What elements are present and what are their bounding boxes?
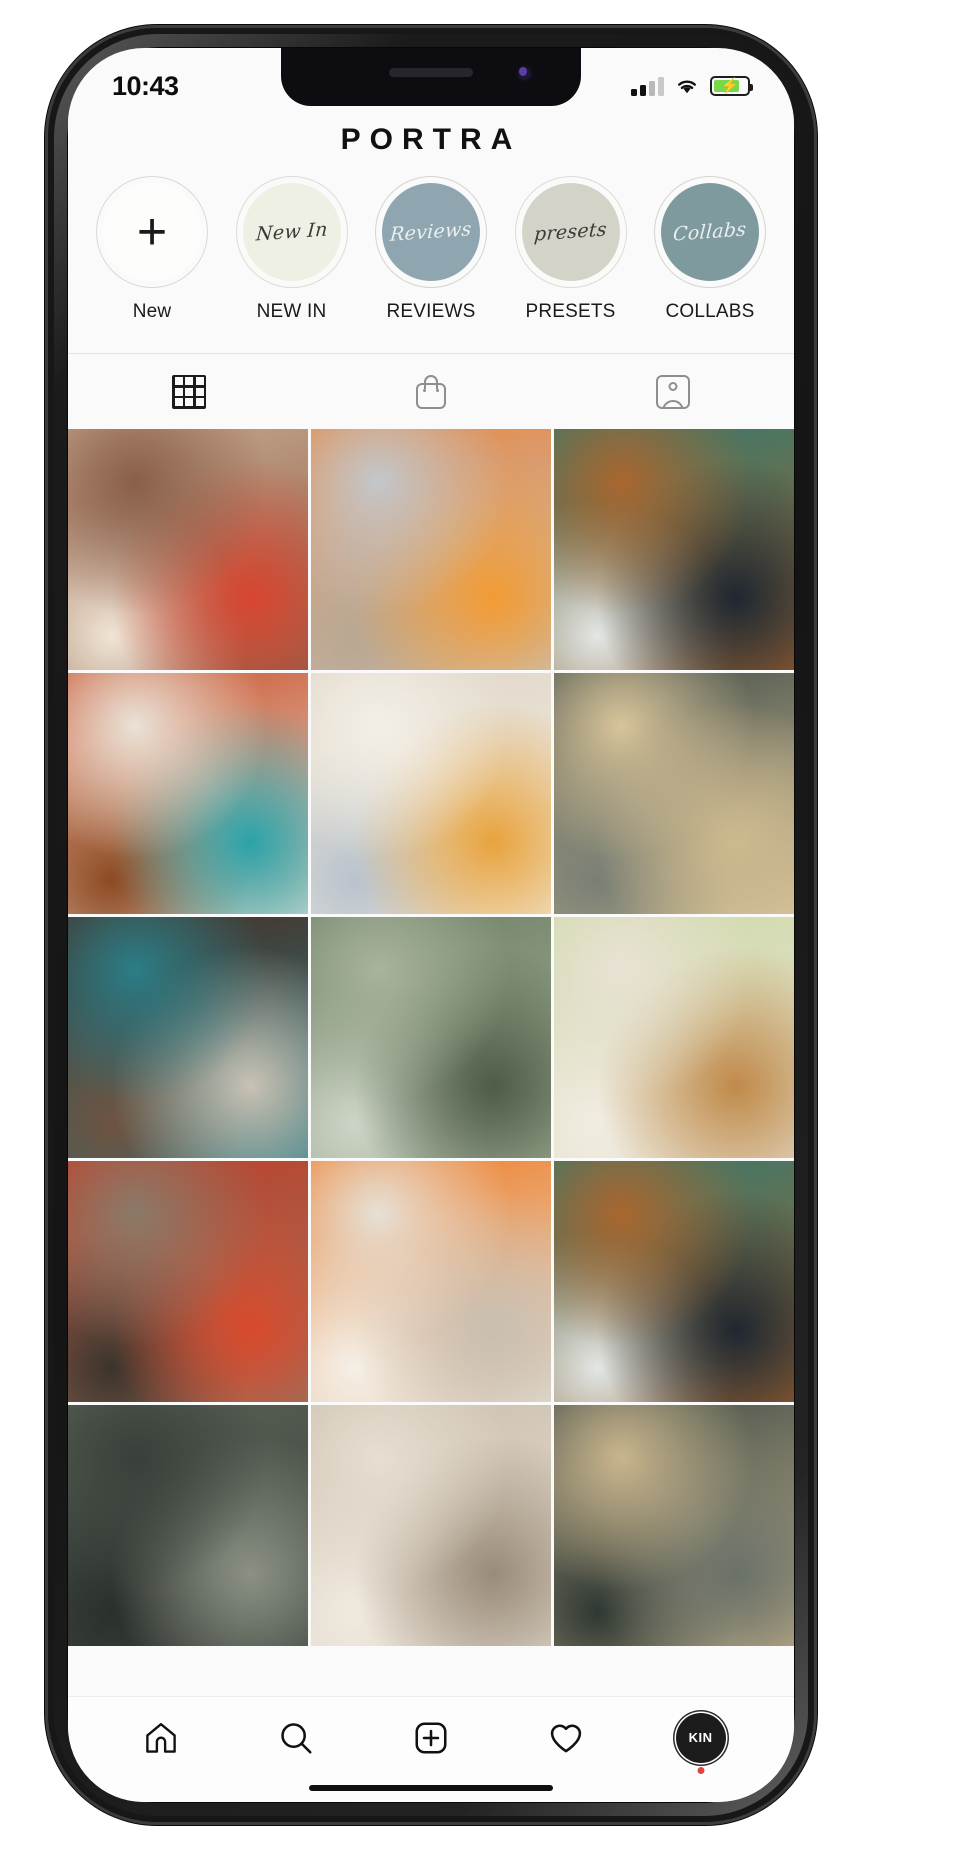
story-script-label: New In [254,218,329,246]
plus-square-icon [415,1721,447,1754]
story-highlight-icon: Collabs [661,183,759,281]
story-highlight-new[interactable]: + New [90,176,214,353]
grid-photo[interactable] [554,1161,794,1402]
search-icon [281,1722,312,1754]
grid-photo[interactable] [554,917,794,1158]
story-highlight-collabs[interactable]: Collabs COLLABS [648,176,772,353]
notch [281,48,581,106]
wifi-icon [678,80,696,94]
story-script-label: Collabs [672,218,748,246]
grid-photo[interactable] [68,917,308,1158]
grid-photo[interactable] [68,1405,308,1646]
status-time: 10:43 [112,70,179,101]
story-ring: Collabs [654,176,766,288]
home-icon [146,1722,177,1753]
grid-photo[interactable] [554,429,794,670]
grid-photo[interactable] [68,429,308,670]
heart-icon [550,1724,581,1752]
home-tab[interactable] [131,1710,191,1766]
grid-icon [172,374,206,409]
story-ring: Reviews [375,176,487,288]
plus-icon: + [103,183,201,281]
grid-photo[interactable] [311,673,551,914]
story-highlight-icon: Reviews [382,183,480,281]
grid-tab[interactable] [68,354,310,429]
status-icons: ⚡ [631,76,753,96]
story-script-label: Reviews [389,218,473,246]
grid-photo[interactable] [554,1405,794,1646]
shop-tab[interactable] [310,354,552,429]
story-highlight-label: PRESETS [525,301,616,322]
story-highlight-label: NEW IN [256,301,327,322]
story-highlights-row[interactable]: + New New In NEW IN Reviews REVIEWS presets PRE… [68,170,794,353]
grid-photo[interactable] [68,1161,308,1402]
profile-tab[interactable]: KIN [671,1710,731,1766]
phone-screen: 10:43 ⚡ PORTRA + New New In NEW IN Reviews RE… [68,48,794,1802]
grid-photo[interactable] [311,1161,551,1402]
create-tab[interactable] [401,1710,461,1766]
story-highlight-icon: presets [521,183,620,281]
avatar: KIN [675,1712,726,1763]
story-highlight-reviews[interactable]: Reviews REVIEWS [369,176,493,353]
grid-photo[interactable] [554,673,794,914]
photo-grid[interactable] [68,429,794,1696]
speaker-grille-icon [389,68,473,77]
story-script-label: presets [533,218,608,246]
story-ring: presets [514,176,627,288]
story-ring: New In [235,176,348,288]
home-indicator [309,1785,553,1791]
story-highlight-new-in[interactable]: New In NEW IN [230,176,354,353]
cellular-signal-icon [631,76,664,96]
battery-charging-icon: ⚡ [710,76,753,96]
grid-photo[interactable] [311,429,551,670]
plus-icon: + [136,202,168,261]
story-highlight-label: COLLABS [665,301,755,322]
shopping-bag-icon [416,374,446,409]
story-ring: + [96,176,208,288]
activity-tab[interactable] [536,1710,596,1766]
story-highlight-presets[interactable]: presets PRESETS [509,176,633,353]
profile-tabs[interactable] [68,353,794,429]
grid-photo[interactable] [311,1405,551,1646]
page-title: PORTRA [340,123,522,156]
story-highlight-label: New [132,301,172,322]
app-header: PORTRA [68,110,794,170]
avatar-label: KIN [688,1730,713,1745]
story-highlight-label: REVIEWS [386,301,476,322]
story-highlight-icon: New In [242,183,341,281]
grid-photo[interactable] [311,917,551,1158]
search-tab[interactable] [266,1710,326,1766]
front-camera-icon [516,65,533,82]
grid-photo[interactable] [68,673,308,914]
tagged-tab[interactable] [552,354,794,429]
tagged-person-icon [656,374,690,409]
